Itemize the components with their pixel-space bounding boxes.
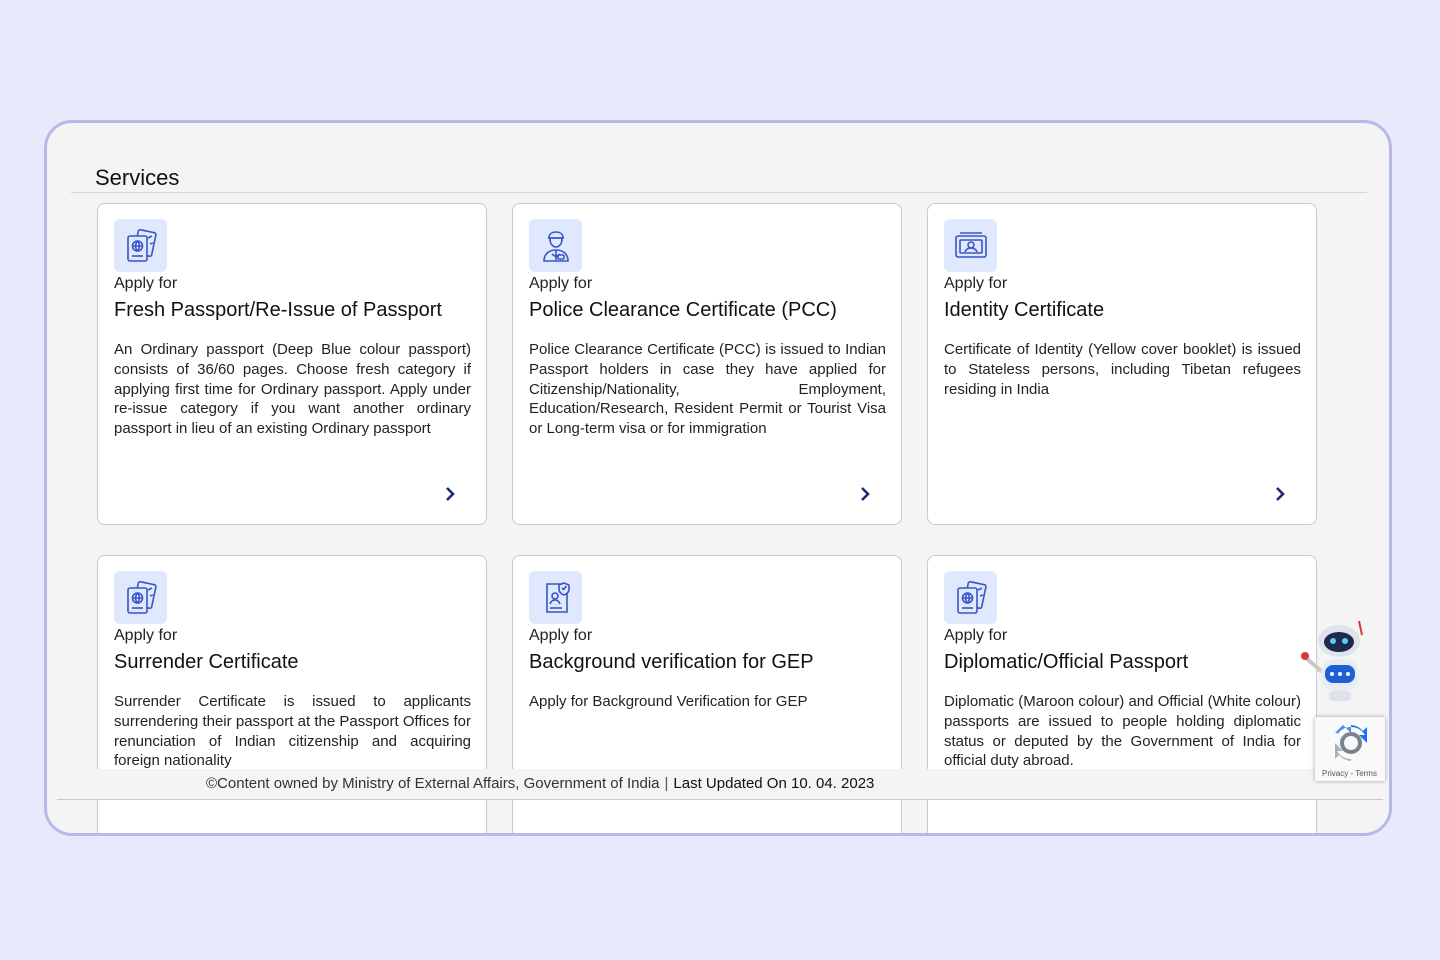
card-title: Identity Certificate [944, 299, 1105, 321]
id-card-icon [944, 219, 997, 272]
service-card-identity-certificate[interactable]: Apply for Identity Certificate Certifica… [927, 203, 1317, 525]
footer: ©Content owned by Ministry of External A… [57, 769, 1383, 800]
card-description: Police Clearance Certificate (PCC) is is… [529, 341, 886, 438]
verified-document-icon [529, 571, 582, 624]
card-description: Certificate of Identity (Yellow cover bo… [944, 341, 1301, 398]
passport-icon [944, 571, 997, 624]
card-title: Police Clearance Certificate (PCC) [529, 299, 837, 321]
recaptcha-icon [1331, 723, 1371, 768]
recaptcha-links[interactable]: Privacy - Terms [1322, 769, 1377, 778]
section-divider [71, 192, 1367, 193]
section-title: Services [95, 165, 180, 190]
footer-ownership: ©Content owned by Ministry of External A… [206, 775, 660, 792]
card-description: Surrender Certificate is issued to appli… [114, 693, 471, 770]
police-officer-icon [529, 219, 582, 272]
card-description: Apply for Background Verification for GE… [529, 693, 808, 710]
card-title: Background verification for GEP [529, 651, 814, 673]
apply-label: Apply for [114, 275, 178, 292]
footer-last-updated: Last Updated On 10. 04. 2023 [673, 775, 875, 792]
chevron-right-icon[interactable] [1270, 484, 1290, 504]
apply-label: Apply for [114, 627, 178, 644]
card-title: Surrender Certificate [114, 651, 299, 673]
service-card-pcc[interactable]: Apply for Police Clearance Certificate (… [512, 203, 902, 525]
service-card-fresh-passport[interactable]: Apply for Fresh Passport/Re-Issue of Pas… [97, 203, 487, 525]
apply-label: Apply for [944, 275, 1008, 292]
passport-icon [114, 571, 167, 624]
passport-icon [114, 219, 167, 272]
apply-label: Apply for [529, 275, 593, 292]
footer-separator: | [664, 775, 669, 792]
chevron-right-icon[interactable] [440, 484, 460, 504]
chevron-right-icon[interactable] [855, 484, 875, 504]
card-description: An Ordinary passport (Deep Blue colour p… [114, 341, 471, 438]
apply-label: Apply for [944, 627, 1008, 644]
apply-label: Apply for [529, 627, 593, 644]
services-panel: Services Apply for Fresh Passport/Re-Iss… [44, 120, 1392, 836]
recaptcha-badge[interactable]: Privacy - Terms [1315, 717, 1385, 781]
chatbot-robot-icon[interactable] [1299, 619, 1369, 705]
card-title: Fresh Passport/Re-Issue of Passport [114, 299, 442, 321]
card-title: Diplomatic/Official Passport [944, 651, 1189, 673]
card-description: Diplomatic (Maroon colour) and Official … [944, 693, 1301, 770]
